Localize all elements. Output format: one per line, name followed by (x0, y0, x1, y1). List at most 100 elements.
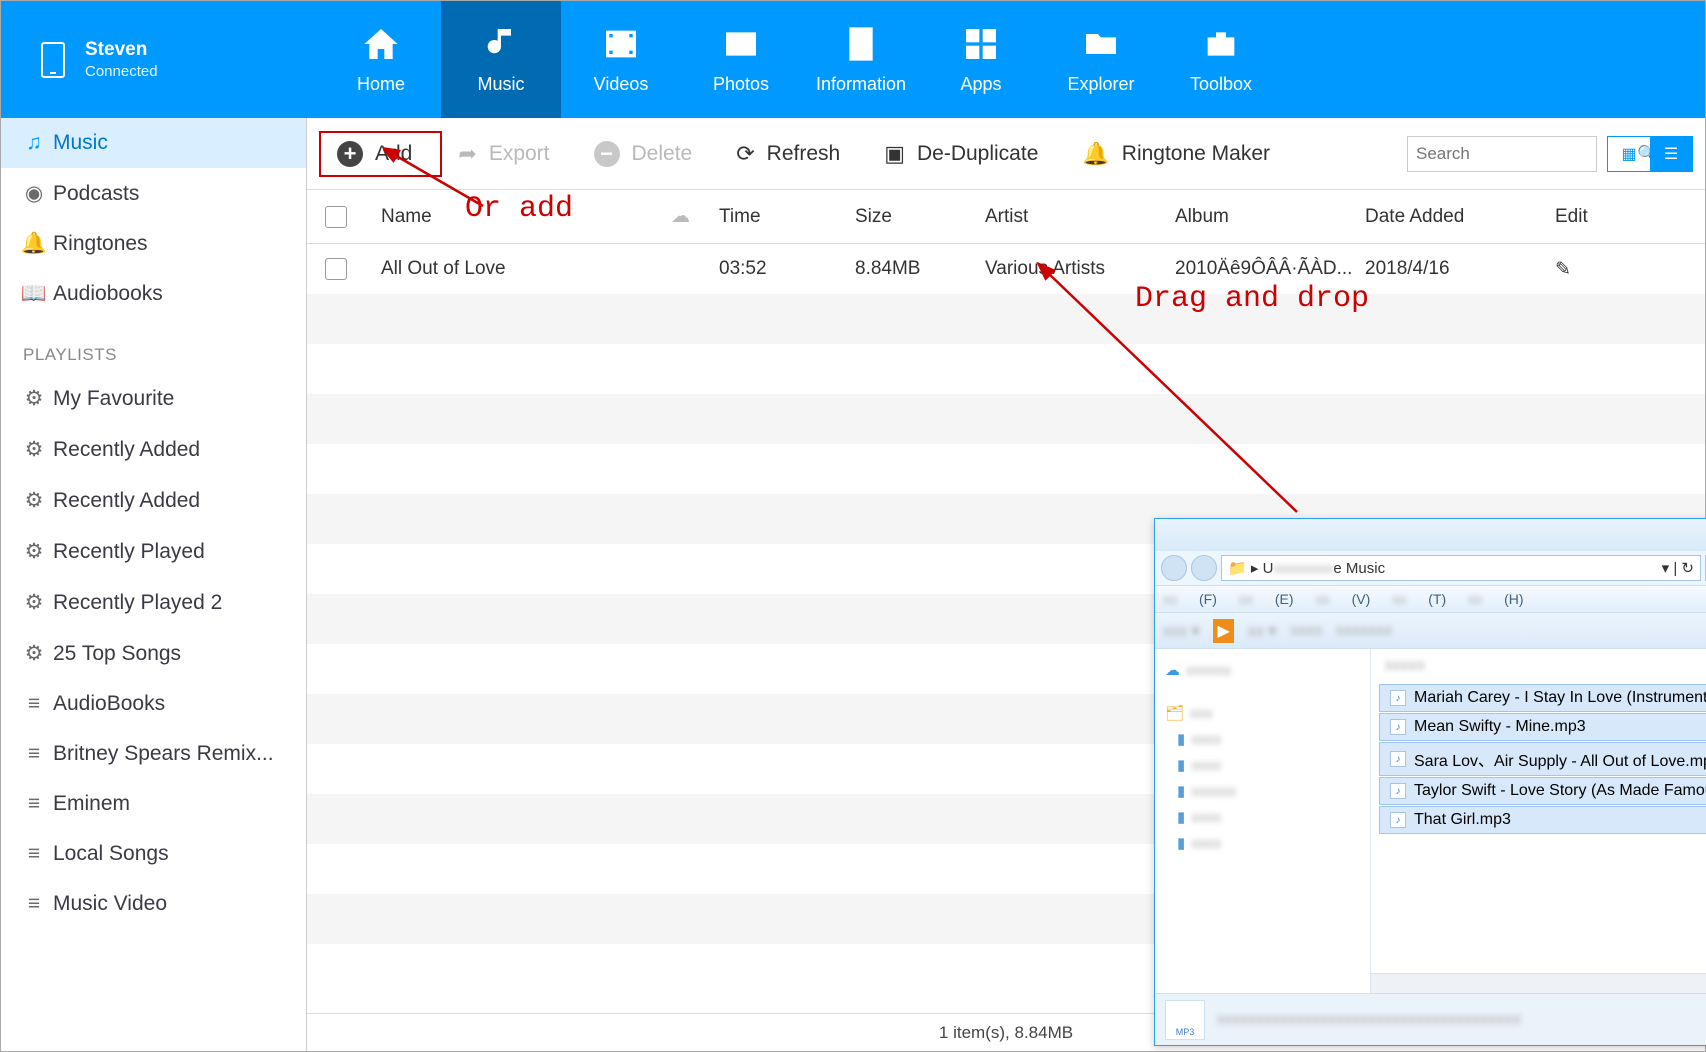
col-date[interactable]: Date Added (1365, 206, 1555, 228)
nav-apps[interactable]: Apps (921, 1, 1041, 118)
playlist-icon: ≡ (23, 892, 45, 916)
sidebar-item-musicvideo[interactable]: ≡Music Video (1, 879, 306, 929)
grid-view-button[interactable]: ▦ (1608, 137, 1650, 171)
explorer-titlebar[interactable]: — ▢ ✕ (1155, 519, 1706, 551)
explorer-window[interactable]: — ▢ ✕ 📁 ▸ Uxxxxxxxxe Music ▾ | ↻ UkeySof… (1154, 518, 1706, 1046)
refresh-button[interactable]: ⟳ Refresh (720, 133, 856, 175)
list-item[interactable]: ♪Mean Swifty - Mine.mp3 (1379, 713, 1706, 741)
bell-icon: 🔔 (23, 232, 45, 256)
explorer-icon (1081, 24, 1121, 64)
search-box[interactable]: 🔍 (1407, 136, 1597, 172)
sidebar-item-recentlyplayed[interactable]: ⚙Recently Played (1, 526, 306, 577)
apps-icon (961, 24, 1001, 64)
plus-circle-icon: + (337, 141, 363, 167)
col-name[interactable]: Name (381, 206, 671, 228)
podcast-icon: ◉ (23, 181, 45, 206)
nav-information[interactable]: Information (801, 1, 921, 118)
audio-file-icon: ♪ (1390, 690, 1406, 706)
book-icon: 📖 (23, 282, 45, 306)
search-input[interactable] (1416, 144, 1637, 164)
play-icon[interactable]: ▶ (1213, 619, 1233, 643)
back-button[interactable] (1161, 555, 1187, 581)
col-time[interactable]: Time (719, 206, 855, 228)
list-view-button[interactable]: ☰ (1650, 137, 1692, 171)
information-icon (841, 24, 881, 64)
sidebar-item-localsongs[interactable]: ≡Local Songs (1, 829, 306, 879)
device-name: Steven (85, 39, 158, 61)
export-icon: ➦ (458, 141, 476, 167)
edit-button[interactable]: ✎ (1555, 258, 1635, 281)
sidebar-item-recentlyadded2[interactable]: ⚙Recently Added (1, 475, 306, 526)
sidebar-item-audiobooks[interactable]: 📖 Audiobooks (1, 269, 306, 319)
explorer-tree[interactable]: ☁xxxxxx 🗂xxx ▮xxxx ▮xxxx ▮xxxxxx ▮xxxx ▮… (1155, 649, 1371, 993)
nav-toolbox[interactable]: Toolbox (1161, 1, 1281, 118)
top-nav: Steven Connected Home Music Videos Photo… (0, 0, 1706, 118)
explorer-toolbar: xxx ▾ ▶ xx ▾ xxxx xxxxxxx ⊞ ▾ ▯ ? (1155, 613, 1706, 649)
ringtone-maker-button[interactable]: 🔔 Ringtone Maker (1066, 133, 1286, 175)
list-item[interactable]: ♪Mariah Carey - I Stay In Love (Instrume… (1379, 684, 1706, 712)
sidebar-item-recentlyplayed2[interactable]: ⚙Recently Played 2 (1, 577, 306, 628)
folder-icon: ▮ (1177, 808, 1185, 826)
sidebar-item-britney[interactable]: ≡Britney Spears Remix... (1, 729, 306, 779)
cell-time: 03:52 (719, 258, 855, 280)
view-toggle: ▦ ☰ (1607, 136, 1693, 172)
gear-icon: ⚙ (23, 590, 45, 615)
col-size[interactable]: Size (855, 206, 985, 228)
sidebar-item-recentlyadded1[interactable]: ⚙Recently Added (1, 424, 306, 475)
col-artist[interactable]: Artist (985, 206, 1175, 228)
cell-name: All Out of Love (381, 258, 671, 280)
explorer-file-list[interactable]: xxxxx ♪Mariah Carey - I Stay In Love (In… (1371, 649, 1706, 993)
device-info: Steven Connected (1, 39, 321, 80)
sidebar-item-eminem[interactable]: ≡Eminem (1, 779, 306, 829)
folder-icon: ▮ (1177, 782, 1185, 800)
sidebar-item-audiobooks-pl[interactable]: ≡AudioBooks (1, 679, 306, 729)
device-status: Connected (85, 63, 158, 80)
table-header: Name ☁ Time Size Artist Album Date Added… (307, 190, 1705, 244)
sidebar-item-podcasts[interactable]: ◉ Podcasts (1, 168, 306, 219)
playlist-icon: ≡ (23, 792, 45, 816)
audio-file-icon: ♪ (1390, 719, 1406, 735)
select-all-checkbox[interactable] (325, 206, 347, 228)
home-icon (361, 24, 401, 64)
libraries-icon: 🗂 (1165, 704, 1184, 722)
gear-icon: ⚙ (23, 437, 45, 462)
cell-size: 8.84MB (855, 258, 985, 280)
nav-music[interactable]: Music (441, 1, 561, 118)
audio-file-icon: ♪ (1390, 783, 1406, 799)
ringtone-icon: 🔔 (1082, 141, 1109, 167)
phone-icon (41, 42, 65, 78)
gear-icon: ⚙ (23, 641, 45, 666)
nav-explorer[interactable]: Explorer (1041, 1, 1161, 118)
list-item[interactable]: ♪Taylor Swift - Love Story (As Made Famo… (1379, 777, 1706, 805)
address-bar[interactable]: 📁 ▸ Uxxxxxxxxe Music ▾ | ↻ (1221, 555, 1701, 581)
list-item[interactable]: ♪Sara Lov、Air Supply - All Out of Love.m… (1379, 742, 1706, 776)
sidebar-item-myfavourite[interactable]: ⚙My Favourite (1, 373, 306, 424)
dedupe-icon: ▣ (884, 141, 905, 167)
col-album[interactable]: Album (1175, 206, 1365, 228)
col-edit[interactable]: Edit (1555, 206, 1635, 228)
sidebar-item-ringtones[interactable]: 🔔 Ringtones (1, 219, 306, 269)
audio-file-icon: ♪ (1390, 812, 1406, 828)
sidebar-item-25top[interactable]: ⚙25 Top Songs (1, 628, 306, 679)
content-area: + Add ➦ Export − Delete ⟳ Refresh ▣ De-D… (307, 118, 1705, 1051)
folder-icon: ▮ (1177, 834, 1185, 852)
scrollbar[interactable] (1371, 973, 1706, 993)
nav-photos[interactable]: Photos (681, 1, 801, 118)
sidebar: ♫ Music ◉ Podcasts 🔔 Ringtones 📖 Audiobo… (1, 118, 307, 1051)
nav-home[interactable]: Home (321, 1, 441, 118)
list-item[interactable]: ♪That Girl.mp3 (1379, 806, 1706, 834)
refresh-icon: ⟳ (736, 141, 754, 167)
nav-videos[interactable]: Videos (561, 1, 681, 118)
videos-icon (601, 24, 641, 64)
table-row[interactable]: All Out of Love 03:52 8.84MB Various Art… (307, 244, 1705, 294)
cell-album: 2010Äê9ÔÂÂ·ÃÀD... (1175, 258, 1365, 280)
toolbar: + Add ➦ Export − Delete ⟳ Refresh ▣ De-D… (307, 118, 1705, 190)
add-button[interactable]: + Add (321, 133, 428, 175)
delete-button[interactable]: − Delete (578, 133, 709, 175)
export-button[interactable]: ➦ Export (442, 133, 565, 175)
deduplicate-button[interactable]: ▣ De-Duplicate (868, 133, 1054, 175)
row-checkbox[interactable] (325, 258, 347, 280)
audio-file-icon: ♪ (1390, 751, 1406, 767)
forward-button[interactable] (1191, 555, 1217, 581)
sidebar-item-music[interactable]: ♫ Music (1, 118, 306, 168)
